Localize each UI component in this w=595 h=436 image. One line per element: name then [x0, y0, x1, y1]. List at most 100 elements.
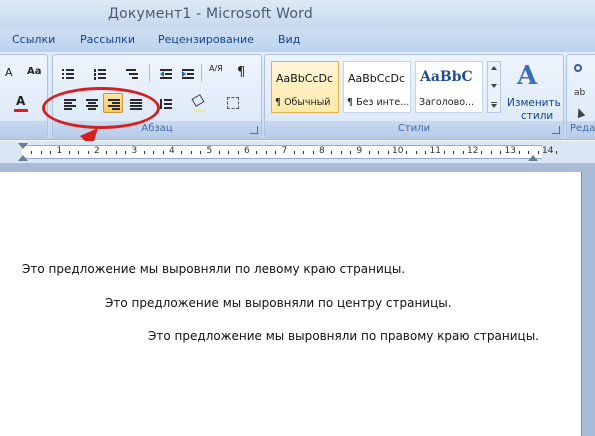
tab-mailings[interactable]: Рассылки — [80, 33, 135, 46]
ruler-tick — [406, 151, 408, 154]
ruler-number: 13 — [504, 146, 516, 156]
ruler-tick — [162, 151, 164, 154]
ruler-number: 11 — [429, 146, 441, 156]
style-no-spacing[interactable]: AaBbCcDc ¶ Без инте... — [343, 61, 411, 113]
ruler-number: 2 — [94, 146, 100, 156]
editing-group-partial: ab Реда — [566, 54, 595, 138]
text-line-right[interactable]: Это предложение мы выровняли по правому … — [148, 329, 539, 343]
ruler-number: 1 — [56, 146, 63, 156]
ruler-tick — [453, 151, 455, 154]
paint-bucket-icon — [191, 94, 205, 107]
ruler-tick — [537, 151, 539, 154]
ruler-tick — [378, 151, 380, 154]
ruler-number: 8 — [319, 146, 325, 156]
font-group-label — [0, 121, 47, 137]
right-indent-marker[interactable] — [528, 155, 538, 161]
ruler-tick — [500, 151, 502, 154]
bullets-button[interactable] — [57, 63, 77, 83]
ruler-number: 3 — [131, 146, 138, 156]
ruler-number: 7 — [281, 146, 288, 156]
tab-view[interactable]: Вид — [278, 33, 300, 46]
ruler-tick — [481, 151, 483, 154]
styles-dialog-launcher[interactable] — [552, 126, 560, 134]
change-styles-button[interactable]: A Изменить стили — [505, 59, 561, 122]
ruler-tick — [462, 151, 464, 154]
ruler-number: 14 — [542, 146, 554, 156]
multilevel-list-icon — [126, 68, 138, 80]
find-button[interactable] — [571, 61, 591, 81]
ruler-number: 9 — [356, 146, 363, 156]
ruler-tick — [265, 151, 267, 154]
borders-button[interactable] — [223, 93, 243, 113]
style-normal[interactable]: AaBbCcDc ¶ Обычный — [271, 61, 339, 113]
ruler-tick — [387, 151, 389, 154]
ruler-tick — [518, 151, 520, 154]
multilevel-list-button[interactable] — [121, 63, 141, 83]
numbering-icon — [94, 68, 106, 80]
ruler-tick — [115, 151, 117, 154]
cursor-icon — [574, 106, 586, 119]
ruler-tick — [153, 151, 155, 154]
increase-indent-button[interactable] — [177, 63, 197, 83]
ruler-tick — [68, 151, 70, 154]
shading-button[interactable] — [189, 93, 209, 113]
chevron-down-icon — [491, 84, 497, 88]
tab-review[interactable]: Рецензирование — [158, 33, 254, 46]
sort-icon: А/Я — [209, 64, 223, 73]
clear-format-button[interactable]: Aa — [23, 63, 43, 83]
font-size-button[interactable]: A — [1, 63, 21, 83]
ruler-tick — [143, 151, 145, 154]
numbering-button[interactable] — [89, 63, 109, 83]
tab-references[interactable]: Ссылки — [12, 33, 55, 46]
font-color-button[interactable]: A — [11, 93, 31, 113]
bullets-icon — [62, 68, 74, 80]
ruler-number: 5 — [206, 146, 213, 156]
styles-scroll[interactable] — [487, 61, 501, 113]
text-line-center[interactable]: Это предложение мы выровняли по центру с… — [105, 296, 452, 310]
styles-group-label: Стили — [265, 121, 563, 137]
ruler-tick — [31, 151, 33, 154]
show-formatting-button[interactable]: ¶ — [231, 63, 251, 83]
decrease-indent-icon — [160, 68, 172, 80]
ruler-tick — [237, 151, 239, 154]
left-indent-marker[interactable] — [18, 155, 28, 161]
ruler-tick — [415, 151, 417, 154]
ruler-number: 6 — [244, 146, 250, 156]
ruler-tick — [106, 151, 108, 154]
ruler-tick — [490, 151, 492, 154]
first-line-indent-marker[interactable] — [18, 143, 28, 149]
ruler-number: 4 — [169, 146, 175, 156]
ruler-tick — [293, 151, 295, 154]
binoculars-icon — [574, 64, 582, 72]
paragraph-dialog-launcher[interactable] — [250, 126, 258, 134]
borders-icon — [227, 97, 239, 109]
ruler-tick — [40, 151, 42, 154]
ruler-tick — [331, 151, 333, 154]
ruler-tick — [181, 151, 183, 154]
window-title: Документ1 - Microsoft Word — [108, 6, 313, 22]
replace-button[interactable]: ab — [571, 85, 591, 105]
ruler-tick — [228, 151, 230, 154]
more-icon — [491, 104, 497, 108]
increase-indent-icon — [182, 68, 194, 80]
ruler-tick — [78, 151, 80, 154]
style-heading[interactable]: AaBbC Заголово... — [415, 61, 483, 113]
ruler-tick — [125, 151, 127, 154]
decrease-indent-button[interactable] — [155, 63, 175, 83]
document-page[interactable]: Это предложение мы выровняли по левому к… — [0, 172, 582, 436]
ruler-tick — [340, 151, 342, 154]
chevron-up-icon — [491, 66, 497, 70]
font-group-partial: A Aa A — [0, 54, 48, 138]
ruler-tick — [275, 151, 277, 154]
styles-letter-icon: A — [517, 61, 538, 91]
ruler-number: 12 — [467, 146, 479, 156]
ruler-tick — [312, 151, 314, 154]
text-line-left[interactable]: Это предложение мы выровняли по левому к… — [22, 262, 405, 276]
sort-button[interactable]: А/Я — [207, 63, 227, 83]
ruler-tick — [218, 151, 220, 154]
ruler-tick — [443, 151, 445, 154]
ruler-tick — [190, 151, 192, 154]
editing-group-label: Реда — [567, 121, 595, 137]
horizontal-ruler[interactable]: 1 2 3 4 5 6 7 8 9 10 11 12 13 14 — [0, 141, 595, 163]
ruler-tick — [303, 151, 305, 154]
